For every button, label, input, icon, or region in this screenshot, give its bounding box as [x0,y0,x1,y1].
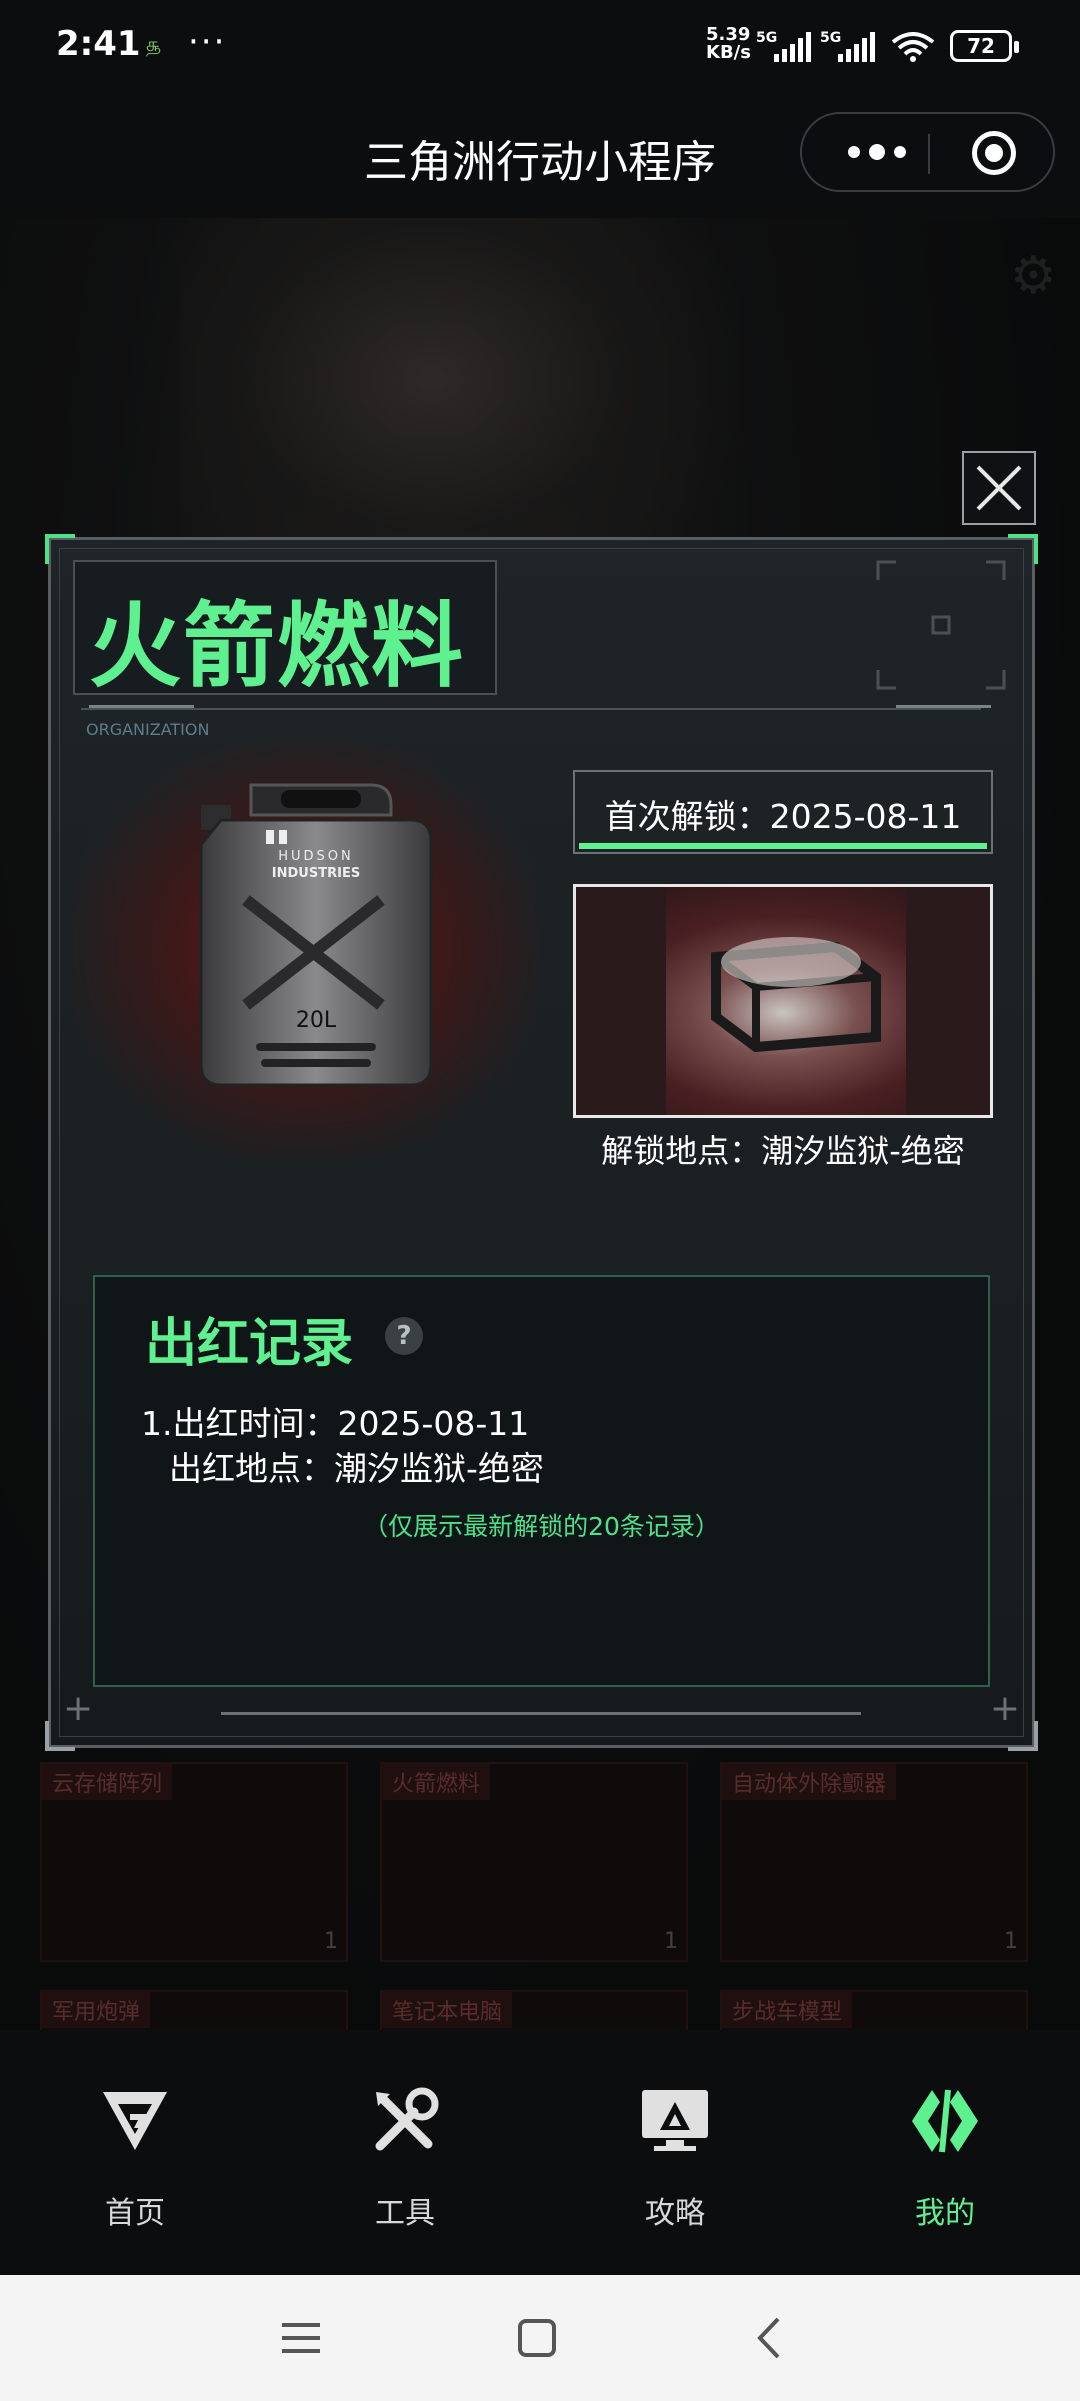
plus-decoration-icon: + [989,1688,1020,1729]
target-reticle-icon [876,560,1006,690]
help-icon[interactable]: ? [385,1317,423,1355]
nav-tools-label: 工具 [375,2196,435,2231]
guide-monitor-icon [642,2090,708,2151]
net-speed-unit: KB/s [706,42,751,63]
organization-label: ORGANIZATION [86,720,210,739]
record-time: 1.出红时间：2025-08-11 [141,1404,530,1443]
first-unlock-text: 首次解锁：2025-08-11 [604,797,962,836]
divider-accent [89,705,194,708]
item-detail-dialog: 火箭燃料 ORGANIZATION HUDSON INDUSTRIES 20L … [45,534,1038,1751]
unlock-location-image [573,884,993,1118]
home-square-icon[interactable] [514,2315,560,2361]
nav-home-label: 首页 [105,2196,165,2231]
battery-icon: 72 [950,30,1019,62]
status-time: 2:41 [56,24,141,64]
prison-scene-image [576,887,990,1115]
wifi-icon [891,32,935,62]
record-note: （仅展示最新解锁的20条记录） [363,1512,720,1541]
home-logo-icon [103,2092,167,2150]
close-mini-program-icon[interactable] [972,131,1016,175]
more-menu-icon[interactable] [832,132,922,172]
close-icon [976,465,1022,511]
first-unlock-box: 首次解锁：2025-08-11 [573,770,993,854]
net-speed: 5.39 KB/s [706,26,751,62]
profile-logo-icon [912,2089,978,2153]
system-nav-bar [0,2275,1080,2401]
menu-icon[interactable] [278,2315,324,2361]
jerrycan-brand2: INDUSTRIES [272,866,360,881]
nav-tools[interactable]: 工具 [270,2030,540,2275]
item-name: 火箭燃料 [89,593,466,700]
unlock-location-text: 解锁地点：潮汐监狱-绝密 [601,1132,965,1170]
item-name-box: 火箭燃料 [73,560,497,700]
jerrycan-image: HUDSON INDUSTRIES 20L [199,783,433,1087]
plus-decoration-icon: + [63,1688,94,1729]
more-notifications-icon: ··· [188,22,227,62]
mini-program-capsule [800,112,1055,192]
frame-corner [1008,534,1038,564]
signal-icon: 5G [756,30,811,62]
back-icon[interactable] [748,2315,794,2361]
status-bar: 2:41 ௲ ··· 5.39 KB/s 5G 5G 72 [0,0,1080,96]
app-notification-icon: ௲ [146,32,161,56]
nav-guide[interactable]: 攻略 [540,2030,810,2275]
nav-profile[interactable]: 我的 [810,2030,1080,2275]
tools-icon [375,2087,439,2151]
frame-corner [45,534,75,564]
nav-home[interactable]: 首页 [0,2030,270,2275]
jerrycan-brand: HUDSON [278,849,354,864]
red-record-panel: 出红记录 ? 1.出红时间：2025-08-11 出红地点：潮汐监狱-绝密 （仅… [93,1275,990,1687]
signal-1-label: 5G [756,30,777,46]
bottom-divider [221,1712,861,1715]
signal-2-label: 5G [820,30,841,46]
nav-profile-label: 我的 [915,2196,975,2231]
bottom-nav: 首页 工具 攻略 我的 [0,2030,1080,2275]
nav-guide-label: 攻略 [645,2196,705,2231]
record-location: 出红地点：潮汐监狱-绝密 [169,1449,544,1488]
unlock-accent-line [579,843,987,849]
close-dialog-button[interactable] [962,451,1036,525]
signal-icon-2: 5G [820,30,875,62]
red-record-title: 出红记录 [145,1314,354,1374]
divider-line [81,708,981,710]
divider-accent [896,705,991,708]
capsule-divider [928,134,930,174]
title-bar: 三角洲行动小程序 [0,96,1080,218]
jerrycan-volume: 20L [296,1008,337,1033]
